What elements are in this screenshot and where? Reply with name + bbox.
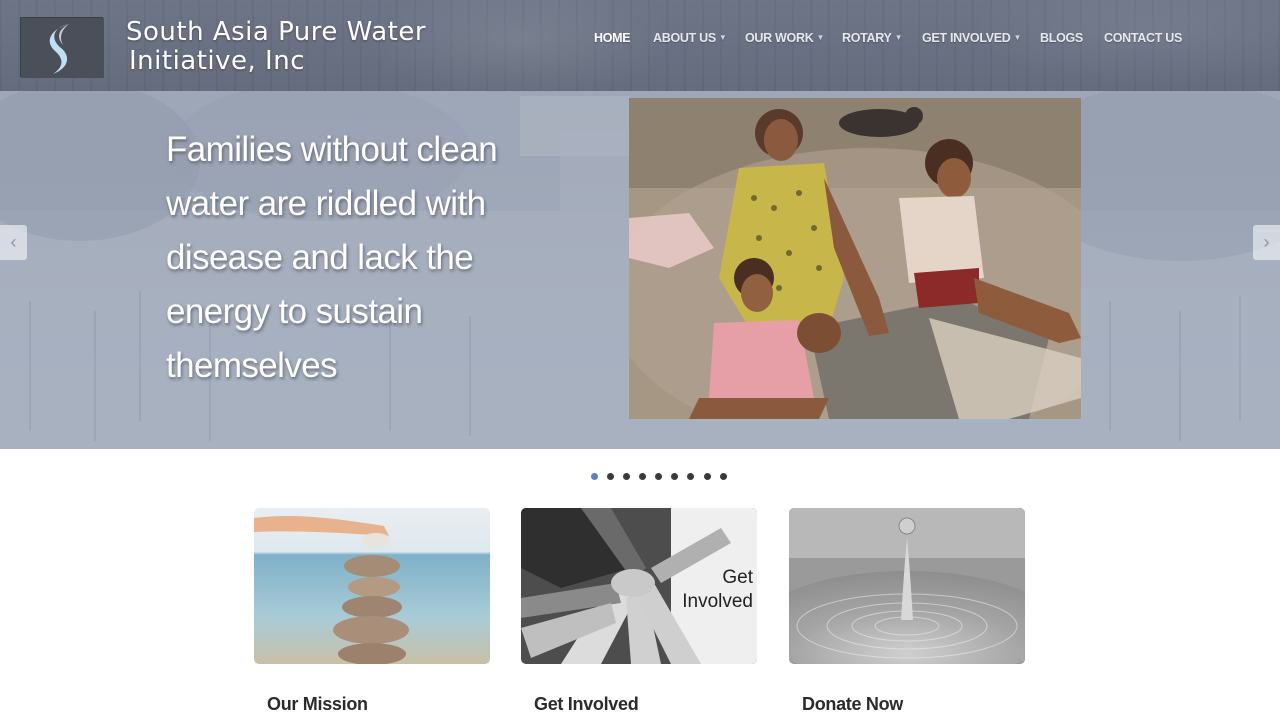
chevron-left-icon: ‹ <box>10 232 17 252</box>
slider-dot[interactable] <box>607 473 614 480</box>
slider-dot[interactable] <box>671 473 678 480</box>
nav-our-work[interactable]: OUR WORK ▼ <box>745 31 824 45</box>
nav-rotary-label: ROTARY <box>842 31 892 45</box>
nav-our-work-label: OUR WORK <box>745 31 814 45</box>
card-title-our-mission[interactable]: Our Mission <box>267 694 368 715</box>
slider-dot[interactable] <box>655 473 662 480</box>
site-title[interactable]: South Asia Pure Water Initiative, Inc <box>126 18 426 76</box>
nav-contact-us-label: CONTACT US <box>1104 31 1183 45</box>
nav-get-involved-label: GET INVOLVED <box>922 31 1011 45</box>
nav-rotary[interactable]: ROTARY ▼ <box>842 31 903 45</box>
nav-home-label: HOME <box>594 31 631 45</box>
nav-home[interactable]: HOME <box>594 31 631 45</box>
nav-get-involved[interactable]: GET INVOLVED ▼ <box>922 31 1021 45</box>
slider-prev-button[interactable]: ‹ <box>0 225 27 260</box>
chevron-right-icon: › <box>1263 232 1270 252</box>
slider-dot[interactable] <box>720 473 727 480</box>
card-get-involved: Get Involved Get Involved <box>521 508 757 714</box>
card-title-donate-now[interactable]: Donate Now <box>802 694 903 715</box>
hero-headline: Families without clean water are riddled… <box>166 130 498 385</box>
hands-together-image[interactable]: Get Involved <box>521 508 757 664</box>
slider-dot[interactable] <box>639 473 646 480</box>
water-drop-image[interactable] <box>789 508 1025 664</box>
site-header: South Asia Pure Water Initiative, Inc HO… <box>0 0 1280 91</box>
card-our-mission: Our Mission <box>254 508 490 714</box>
card-title-get-involved[interactable]: Get Involved <box>534 694 639 715</box>
slider-dot[interactable] <box>591 473 598 480</box>
nav-blogs[interactable]: BLOGS <box>1040 31 1083 45</box>
slider-dot[interactable] <box>623 473 630 480</box>
nav-about-us[interactable]: ABOUT US ▼ <box>653 31 727 45</box>
stacked-stones-image[interactable] <box>254 508 490 664</box>
caret-down-icon: ▼ <box>1013 33 1022 42</box>
slider-dot[interactable] <box>704 473 711 480</box>
get-involved-overlay-text: Get Involved <box>682 566 753 614</box>
slider-next-button[interactable]: › <box>1253 225 1280 260</box>
overlay-line-involved: Involved <box>682 591 753 612</box>
hero-photo-family <box>629 98 1081 419</box>
logo-icon[interactable] <box>20 17 104 78</box>
caret-down-icon: ▼ <box>894 33 903 42</box>
slider-pagination <box>0 473 1280 483</box>
card-donate-now: Donate Now <box>789 508 1025 714</box>
hero-slider: Families without clean water are riddled… <box>0 91 1280 449</box>
overlay-line-get: Get <box>722 567 753 588</box>
site-title-line2: Initiative, Inc <box>129 46 305 76</box>
nav-about-us-label: ABOUT US <box>653 31 716 45</box>
site-title-line1: South Asia Pure Water <box>126 17 427 47</box>
nav-blogs-label: BLOGS <box>1040 31 1083 45</box>
caret-down-icon: ▼ <box>718 33 727 42</box>
caret-down-icon: ▼ <box>816 33 825 42</box>
nav-contact-us[interactable]: CONTACT US <box>1104 31 1182 45</box>
slider-dot[interactable] <box>687 473 694 480</box>
